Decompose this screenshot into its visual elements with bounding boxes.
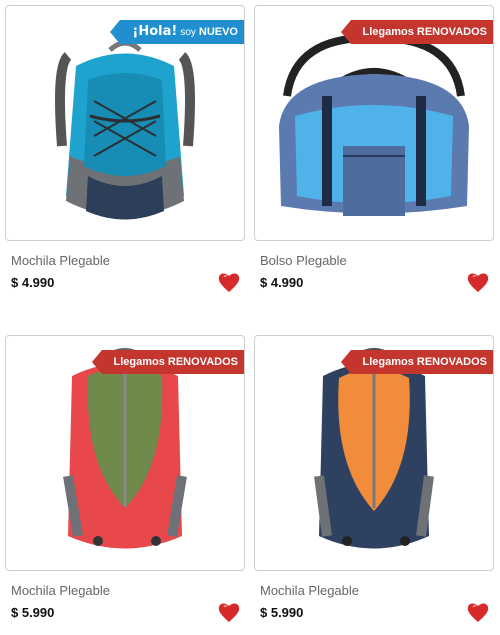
product-price: $ 4.990 [11, 275, 55, 290]
product-title[interactable]: Mochila Plegable [11, 253, 110, 268]
product-price: $ 5.990 [11, 605, 55, 620]
product-image-frame[interactable]: ¡Hola! soy NUEVO [5, 5, 245, 241]
renewed-badge: Llegamos RENOVADOS [340, 350, 493, 374]
product-grid: ¡Hola! soy NUEVO Mochila Plegable $ 4.990 … [0, 0, 500, 635]
heart-icon[interactable] [466, 271, 490, 293]
product-card[interactable]: Llegamos RENOVADOS Mochila Plegable $ 5.… [254, 335, 494, 635]
badge-hola-text: ¡Hola! [132, 24, 178, 39]
heart-icon[interactable] [217, 271, 241, 293]
heart-icon[interactable] [217, 601, 241, 623]
heart-icon[interactable] [466, 601, 490, 623]
product-card[interactable]: ¡Hola! soy NUEVO Mochila Plegable $ 4.990 [5, 5, 245, 305]
product-card[interactable]: Llegamos RENOVADOS Mochila Plegable $ 5.… [5, 335, 245, 635]
product-price: $ 4.990 [260, 275, 304, 290]
product-title[interactable]: Bolso Plegable [260, 253, 347, 268]
renewed-badge: Llegamos RENOVADOS [340, 20, 493, 44]
new-badge: ¡Hola! soy NUEVO [110, 20, 244, 44]
product-image-frame[interactable]: Llegamos RENOVADOS [254, 335, 494, 571]
renewed-badge: Llegamos RENOVADOS [91, 350, 244, 374]
product-title[interactable]: Mochila Plegable [11, 583, 110, 598]
product-image-frame[interactable]: Llegamos RENOVADOS [5, 335, 245, 571]
product-price: $ 5.990 [260, 605, 304, 620]
product-image-frame[interactable]: Llegamos RENOVADOS [254, 5, 494, 241]
product-title[interactable]: Mochila Plegable [260, 583, 359, 598]
badge-soy-text: soy [180, 27, 196, 38]
product-card[interactable]: Llegamos RENOVADOS Bolso Plegable $ 4.99… [254, 5, 494, 305]
badge-nuevo-text: NUEVO [198, 26, 238, 38]
